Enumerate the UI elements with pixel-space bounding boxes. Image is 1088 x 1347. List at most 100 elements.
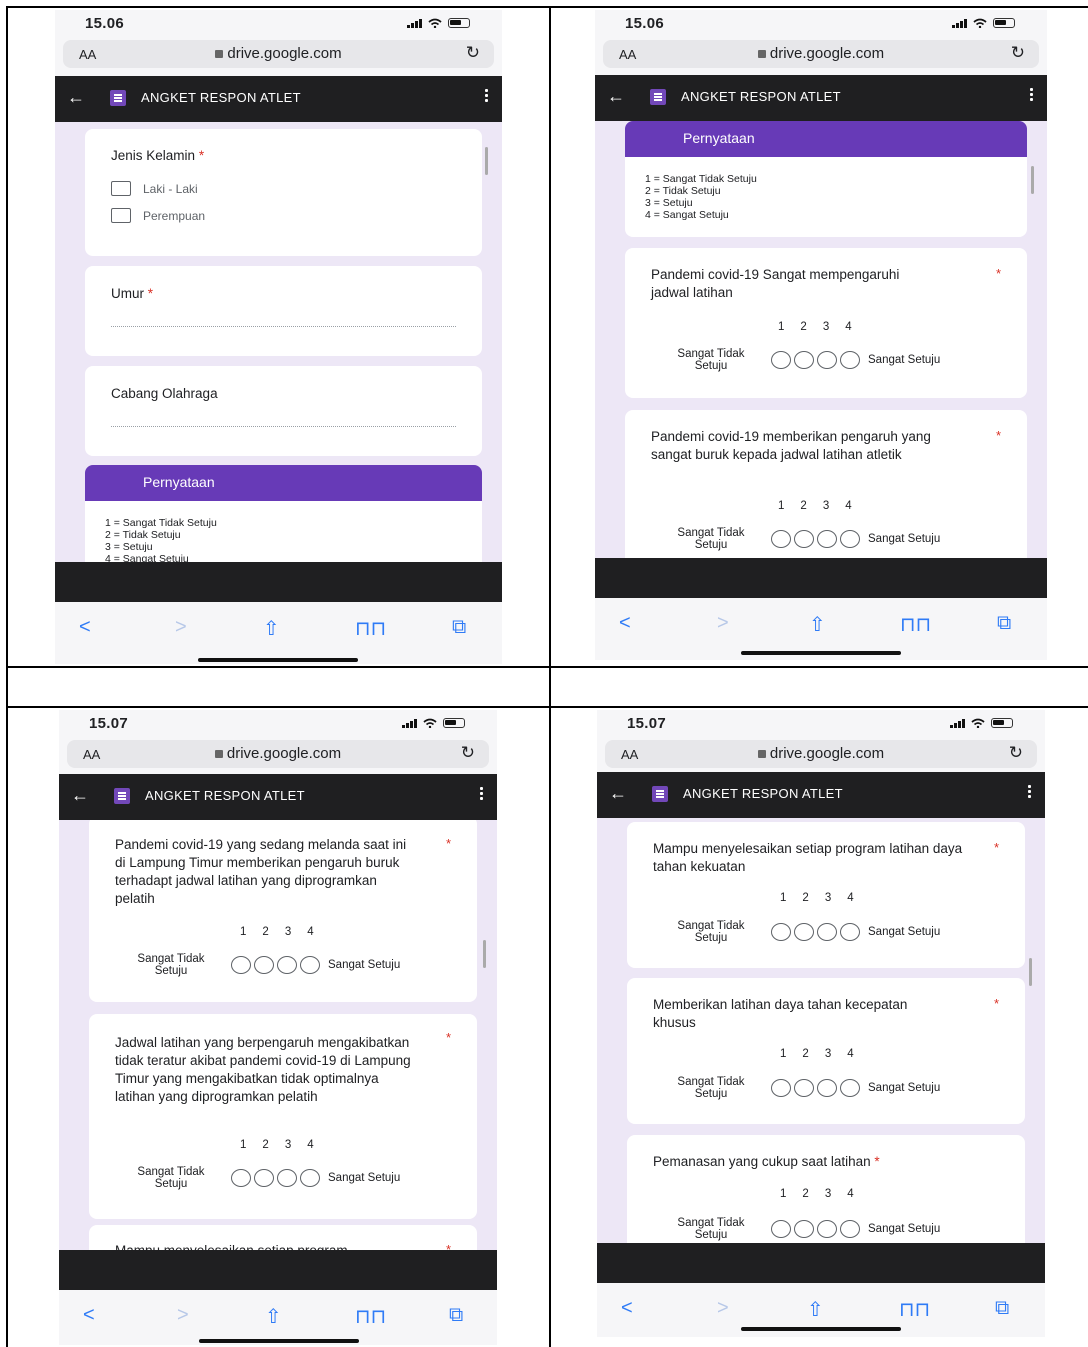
- share-icon[interactable]: ⇧: [263, 616, 280, 641]
- radio-option[interactable]: [817, 923, 837, 941]
- bookmarks-icon[interactable]: ⊓⊓: [355, 1304, 386, 1329]
- card-legend: 1 = Sangat Tidak Setuju 2 = Tidak Setuju 3…: [85, 501, 482, 562]
- address-bar[interactable]: AA drive.google.com ↻: [67, 740, 489, 768]
- question-card: Pandemi covid-19 Sangat mempengaruhi jad…: [625, 248, 1027, 398]
- more-options-icon[interactable]: [1030, 87, 1033, 102]
- radio-option[interactable]: [231, 956, 251, 974]
- radio-option[interactable]: [771, 351, 791, 369]
- radio-option[interactable]: [771, 1220, 791, 1238]
- forms-icon: [652, 786, 668, 802]
- radio-option[interactable]: [840, 923, 860, 941]
- radio-option[interactable]: [817, 1220, 837, 1238]
- radio-option[interactable]: [817, 351, 837, 369]
- scale-legend: 1 = Sangat Tidak Setuju 2 = Tidak Setuju 3…: [645, 173, 757, 221]
- browser-toolbar: < > ⇧ ⊓⊓ ⧉: [55, 602, 502, 656]
- checkbox[interactable]: [111, 208, 131, 223]
- more-options-icon[interactable]: [1028, 784, 1031, 799]
- radio-option[interactable]: [794, 1220, 814, 1238]
- radio-group[interactable]: [771, 351, 860, 369]
- scrollbar[interactable]: [485, 147, 488, 175]
- scrollbar[interactable]: [483, 940, 486, 968]
- back-arrow-icon[interactable]: ←: [67, 87, 85, 108]
- scale-high-label: Sangat Setuju: [868, 1082, 941, 1094]
- forward-arrow-icon[interactable]: >: [177, 1304, 189, 1327]
- tabs-icon[interactable]: ⧉: [452, 616, 466, 639]
- question-title: Cabang Olahraga: [111, 386, 218, 401]
- radio-option[interactable]: [817, 530, 837, 548]
- option-female[interactable]: Perempuan: [111, 208, 205, 223]
- option-male[interactable]: Laki - Laki: [111, 181, 198, 196]
- radio-group[interactable]: [771, 530, 860, 548]
- reload-icon[interactable]: ↻: [1009, 743, 1023, 763]
- back-arrow-icon[interactable]: ←: [71, 785, 89, 806]
- radio-group[interactable]: [771, 923, 860, 941]
- radio-option[interactable]: [277, 1169, 297, 1187]
- radio-group[interactable]: [231, 956, 320, 974]
- share-icon[interactable]: ⇧: [265, 1304, 282, 1329]
- share-icon[interactable]: ⇧: [809, 612, 826, 637]
- form-title: ANGKET RESPON ATLET: [141, 90, 301, 105]
- bottom-dark-bar: [597, 1243, 1045, 1283]
- back-arrow-icon[interactable]: <: [79, 616, 91, 639]
- scale-numbers: 1234: [240, 926, 314, 938]
- radio-option[interactable]: [300, 956, 320, 974]
- answer-input[interactable]: [111, 326, 456, 327]
- radio-option[interactable]: [840, 1079, 860, 1097]
- address-bar[interactable]: AA drive.google.com ↻: [603, 40, 1039, 68]
- radio-option[interactable]: [300, 1169, 320, 1187]
- question-title: Memberikan latihan daya tahan kecepatan …: [653, 997, 908, 1030]
- bookmarks-icon[interactable]: ⊓⊓: [355, 616, 386, 641]
- bookmarks-icon[interactable]: ⊓⊓: [899, 1297, 930, 1322]
- answer-input[interactable]: [111, 426, 456, 427]
- phone-screenshot-3: 15.07 AA drive.google.com ↻ ← ANGKET RES…: [59, 710, 497, 1345]
- reload-icon[interactable]: ↻: [461, 743, 475, 763]
- radio-group[interactable]: [771, 1220, 860, 1238]
- scrollbar[interactable]: [1031, 166, 1034, 194]
- status-bar: 15.06: [595, 10, 1047, 36]
- radio-group[interactable]: [771, 1079, 860, 1097]
- question-title: Pandemi covid-19 Sangat mempengaruhi jad…: [651, 267, 900, 300]
- back-arrow-icon[interactable]: ←: [607, 86, 625, 107]
- radio-group[interactable]: [231, 1169, 320, 1187]
- tabs-icon[interactable]: ⧉: [995, 1297, 1009, 1320]
- checkbox[interactable]: [111, 181, 131, 196]
- radio-option[interactable]: [840, 351, 860, 369]
- share-icon[interactable]: ⇧: [807, 1297, 824, 1322]
- radio-option[interactable]: [840, 530, 860, 548]
- radio-option[interactable]: [771, 1079, 791, 1097]
- lock-icon: [215, 50, 224, 58]
- radio-option[interactable]: [231, 1169, 251, 1187]
- radio-option[interactable]: [277, 956, 297, 974]
- radio-option[interactable]: [254, 956, 274, 974]
- more-options-icon[interactable]: [480, 786, 483, 801]
- address-bar[interactable]: AA drive.google.com ↻: [63, 40, 494, 68]
- home-indicator: [741, 1327, 901, 1331]
- radio-option[interactable]: [794, 530, 814, 548]
- radio-option[interactable]: [794, 351, 814, 369]
- forward-arrow-icon[interactable]: >: [175, 616, 187, 639]
- forms-icon: [650, 89, 666, 105]
- radio-option[interactable]: [794, 923, 814, 941]
- forward-arrow-icon[interactable]: >: [717, 1297, 729, 1320]
- more-options-icon[interactable]: [485, 88, 488, 103]
- reload-icon[interactable]: ↻: [1011, 43, 1025, 63]
- address-bar[interactable]: AA drive.google.com ↻: [605, 740, 1037, 768]
- scale-numbers: 1234: [778, 500, 852, 512]
- forward-arrow-icon[interactable]: >: [717, 612, 729, 635]
- radio-option[interactable]: [817, 1079, 837, 1097]
- radio-option[interactable]: [771, 530, 791, 548]
- back-arrow-icon[interactable]: ←: [609, 783, 627, 804]
- radio-option[interactable]: [771, 923, 791, 941]
- back-arrow-icon[interactable]: <: [619, 612, 631, 635]
- scrollbar[interactable]: [1029, 958, 1032, 986]
- bookmarks-icon[interactable]: ⊓⊓: [900, 612, 931, 637]
- radio-option[interactable]: [840, 1220, 860, 1238]
- tabs-icon[interactable]: ⧉: [997, 612, 1011, 635]
- back-arrow-icon[interactable]: <: [621, 1297, 633, 1320]
- reload-icon[interactable]: ↻: [466, 43, 480, 63]
- linear-scale: Sangat Tidak Setuju Sangat Setuju: [661, 920, 940, 944]
- radio-option[interactable]: [254, 1169, 274, 1187]
- radio-option[interactable]: [794, 1079, 814, 1097]
- back-arrow-icon[interactable]: <: [83, 1304, 95, 1327]
- tabs-icon[interactable]: ⧉: [449, 1304, 463, 1327]
